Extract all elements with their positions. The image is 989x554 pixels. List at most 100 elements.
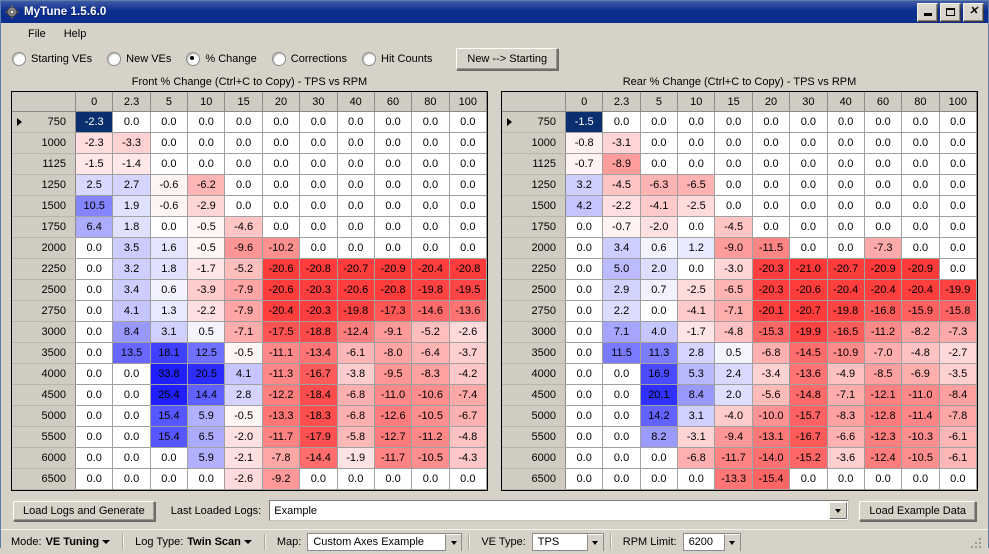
grid-cell[interactable]: -17.3 [374,300,413,322]
radio-starting-ves[interactable]: Starting VEs [12,52,92,66]
grid-cell[interactable]: 0.0 [112,447,151,469]
menu-item-help[interactable]: Help [55,26,96,42]
grid-cell[interactable]: -19.8 [411,279,450,301]
grid-cell[interactable]: 13.5 [112,342,151,364]
grid-cell[interactable]: -17.5 [262,321,301,343]
grid-cell[interactable]: 0.0 [864,174,903,196]
grid-cell[interactable]: -6.1 [939,447,977,469]
column-header-15[interactable]: 15 [224,92,263,112]
new-to-starting-button[interactable]: New --> Starting [456,48,559,70]
grid-cell[interactable]: 0.0 [565,363,604,385]
grid-cell[interactable]: -12.7 [374,426,413,448]
grid-cell[interactable]: -14.4 [299,447,338,469]
radio-percent-change[interactable]: % Change [186,52,257,66]
grid-cell[interactable]: 0.0 [299,216,338,238]
grid-cell[interactable]: 0.0 [789,216,828,238]
grid-cell[interactable]: 2.8 [224,384,263,406]
row-header-1000[interactable]: 1000 [12,132,76,154]
grid-cell[interactable]: -12.4 [337,321,375,343]
grid-cell[interactable]: 18.1 [150,342,189,364]
grid-cell[interactable]: 0.0 [337,237,375,259]
grid-cell[interactable]: -20.3 [299,300,338,322]
grid-cell[interactable]: -1.9 [337,447,375,469]
grid-cell[interactable]: -7.0 [864,342,903,364]
grid-cell[interactable]: -0.6 [150,174,189,196]
grid-cell[interactable]: 0.0 [224,132,263,154]
mode-value[interactable]: VE Tuning [46,536,100,548]
grid-cell[interactable]: 0.0 [449,237,487,259]
column-header-0[interactable]: 0 [75,92,114,112]
row-header-1750[interactable]: 1750 [12,216,76,238]
grid-cell[interactable]: -4.8 [449,426,487,448]
grid-cell[interactable]: 0.0 [640,300,679,322]
grid-cell[interactable]: -5.2 [411,321,450,343]
grid-cell[interactable]: 0.0 [224,153,263,175]
grid-cell[interactable]: -19.9 [789,321,828,343]
row-header-2250[interactable]: 2250 [502,258,566,280]
menu-item-file[interactable]: File [19,26,55,42]
grid-cell[interactable]: -11.5 [752,237,791,259]
front-grid-container[interactable]: 0 2.3 5 10 15 20 30 40 60 80 100 750 -2.3 0.0 0.0 0.0 0.… [11,91,488,491]
grid-cell[interactable]: -20.9 [864,258,903,280]
grid-cell[interactable]: -2.0 [640,216,679,238]
grid-cell[interactable]: -20.4 [262,300,301,322]
rear-grid[interactable]: 0 2.3 5 10 15 20 30 40 60 80 100 750 -1.5 0.0 0.0 0.0 0.… [502,92,977,490]
grid-cell[interactable]: -1.7 [187,258,226,280]
grid-cell[interactable]: 0.0 [75,321,114,343]
grid-cell[interactable]: 4.0 [640,321,679,343]
grid-cell[interactable]: 0.0 [939,195,977,217]
grid-cell[interactable]: -1.5 [565,111,604,133]
grid-cell[interactable]: 0.0 [449,216,487,238]
front-grid[interactable]: 0 2.3 5 10 15 20 30 40 60 80 100 750 -2.3 0.0 0.0 0.0 0.… [12,92,487,490]
row-header-2250[interactable]: 2250 [12,258,76,280]
grid-cell[interactable]: 0.0 [224,195,263,217]
grid-cell[interactable]: 0.0 [789,111,828,133]
grid-cell[interactable]: -9.0 [714,237,753,259]
grid-cell[interactable]: -0.6 [150,195,189,217]
grid-cell[interactable]: 0.0 [901,216,940,238]
grid-cell[interactable]: 0.0 [939,258,977,280]
grid-cell[interactable]: 0.0 [602,468,641,490]
grid-cell[interactable]: -6.1 [337,342,375,364]
grid-cell[interactable]: 4.2 [565,195,604,217]
grid-cell[interactable]: 0.0 [262,174,301,196]
grid-cell[interactable]: 0.0 [150,468,189,490]
grid-cell[interactable]: 0.0 [602,384,641,406]
grid-cell[interactable]: 7.1 [602,321,641,343]
grid-cell[interactable]: 0.0 [864,468,903,490]
grid-cell[interactable]: 0.0 [262,195,301,217]
grid-cell[interactable]: 0.0 [374,216,413,238]
row-header-3500[interactable]: 3500 [502,342,566,364]
row-header-3000[interactable]: 3000 [502,321,566,343]
grid-cell[interactable]: -9.2 [262,468,301,490]
grid-cell[interactable]: -7.8 [939,405,977,427]
grid-cell[interactable]: -9.6 [224,237,263,259]
grid-cell[interactable]: -20.7 [827,258,865,280]
grid-cell[interactable]: -10.5 [411,447,450,469]
grid-cell[interactable]: -20.4 [864,279,903,301]
column-header-20[interactable]: 20 [752,92,791,112]
grid-cell[interactable]: -13.3 [714,468,753,490]
column-header-100[interactable]: 100 [939,92,977,112]
grid-cell[interactable]: 0.0 [411,237,450,259]
grid-cell[interactable]: 0.0 [901,111,940,133]
grid-cell[interactable]: 0.0 [827,174,865,196]
grid-cell[interactable]: 0.0 [901,153,940,175]
grid-cell[interactable]: -2.5 [677,195,716,217]
grid-cell[interactable]: -8.2 [901,321,940,343]
grid-cell[interactable]: -19.8 [827,300,865,322]
grid-cell[interactable]: -2.0 [224,426,263,448]
row-header-6500[interactable]: 6500 [12,468,76,490]
grid-cell[interactable]: -7.3 [939,321,977,343]
grid-cell[interactable]: -7.1 [714,300,753,322]
grid-cell[interactable]: 0.0 [640,111,679,133]
grid-cell[interactable]: -11.2 [864,321,903,343]
grid-cell[interactable]: -20.4 [411,258,450,280]
grid-cell[interactable]: -2.6 [224,468,263,490]
grid-cell[interactable]: -8.9 [602,153,641,175]
row-header-1000[interactable]: 1000 [502,132,566,154]
grid-cell[interactable]: 0.0 [827,153,865,175]
grid-cell[interactable]: -11.3 [262,363,301,385]
grid-cell[interactable]: 0.0 [602,363,641,385]
grid-cell[interactable]: 0.0 [752,132,791,154]
